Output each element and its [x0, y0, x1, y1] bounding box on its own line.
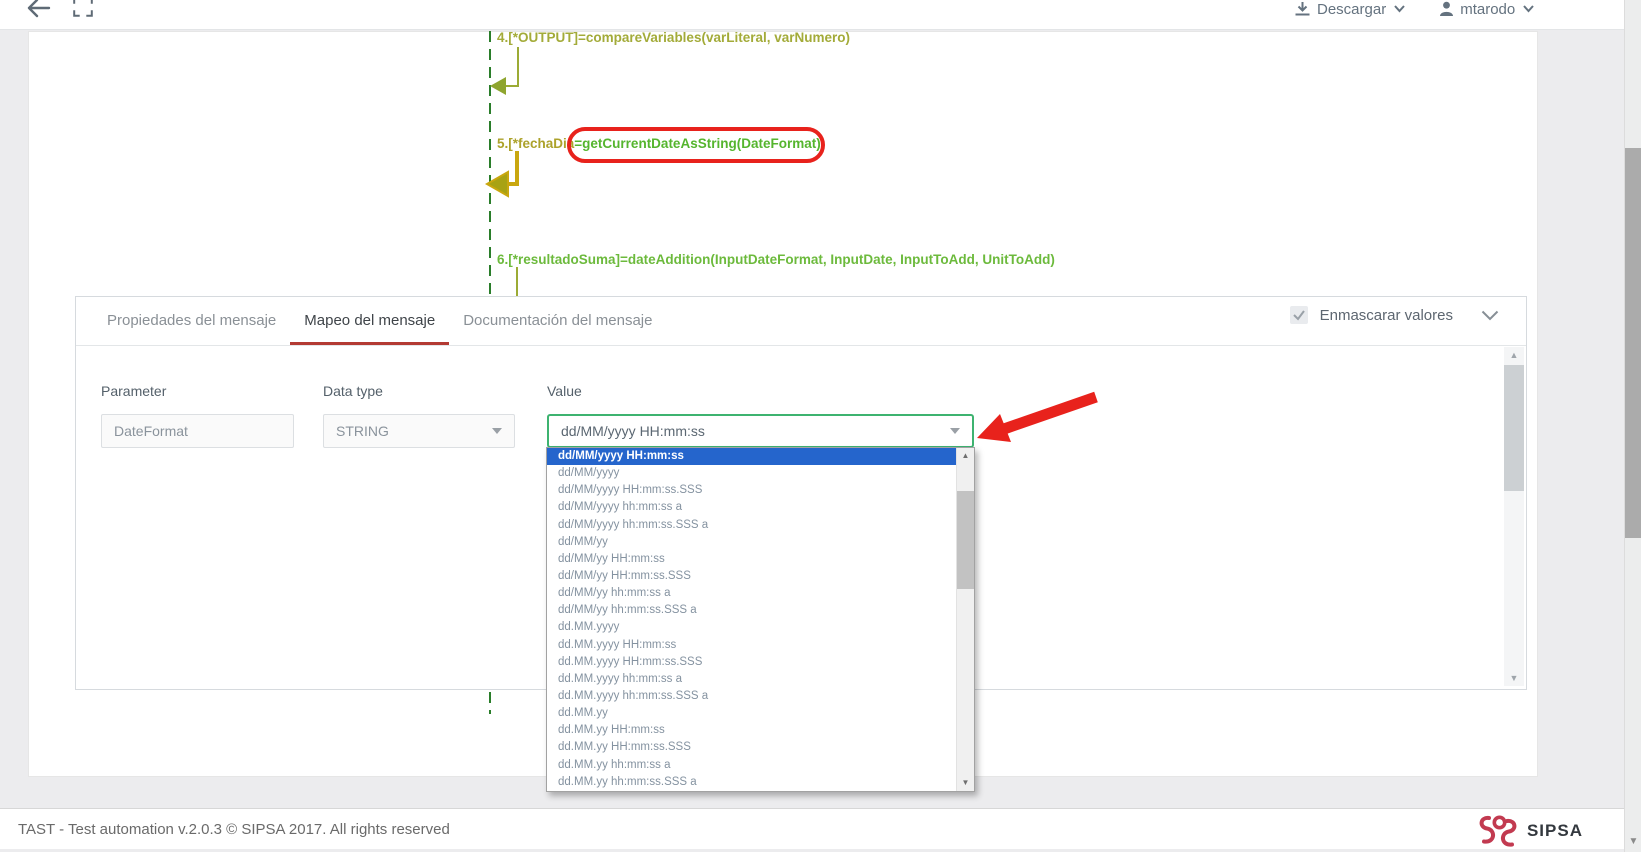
mask-values-label: Enmascarar valores	[1320, 307, 1453, 324]
column-label-datatype: Data type	[323, 383, 383, 399]
parameter-input[interactable]: DateFormat	[101, 414, 294, 448]
brand-name: SIPSA	[1527, 821, 1583, 841]
dropdown-option[interactable]: dd/MM/yyyy hh:mm:ss.SSS a	[547, 517, 956, 534]
value-dropdown-list: dd/MM/yyyy HH:mm:ssdd/MM/yyyydd/MM/yyyy …	[546, 447, 975, 792]
download-button[interactable]: Descargar	[1294, 1, 1405, 18]
flow-connector-line	[489, 692, 491, 714]
mask-values-checkbox[interactable]	[1290, 306, 1308, 324]
page-scrollbar: ▼	[1624, 0, 1641, 852]
tab-documentacion[interactable]: Documentación del mensaje	[449, 297, 666, 345]
flow-step-6-text: 6.[*resultadoSuma]=dateAddition(InputDat…	[497, 252, 1055, 267]
scrollbar-thumb[interactable]	[1504, 365, 1524, 491]
dropdown-option[interactable]: dd.MM.yy hh:mm:ss.SSS a	[547, 774, 956, 791]
annotation-highlight-oval	[567, 127, 825, 163]
dropdown-option[interactable]: dd.MM.yyyy HH:mm:ss.SSS	[547, 654, 956, 671]
fullscreen-icon[interactable]	[72, 0, 94, 18]
check-icon	[1292, 309, 1306, 321]
dropdown-option[interactable]: dd/MM/yyyy HH:mm:ss	[547, 448, 956, 465]
scroll-up-arrow[interactable]: ▲	[957, 448, 974, 464]
parameter-value: DateFormat	[114, 423, 188, 439]
flow-step-5-prefix: 5.[*fechaDia	[497, 136, 574, 151]
dropdown-option[interactable]: dd/MM/yy hh:mm:ss a	[547, 585, 956, 602]
user-icon	[1439, 1, 1454, 17]
tab-mapeo[interactable]: Mapeo del mensaje	[290, 297, 449, 345]
tab-propiedades[interactable]: Propiedades del mensaje	[93, 297, 290, 345]
flow-step-4-text: 4.[*OUTPUT]=compareVariables(varLiteral,…	[497, 30, 850, 45]
panel-scrollbar: ▲ ▼	[1504, 347, 1524, 686]
scrollbar-thumb[interactable]	[957, 491, 974, 589]
top-bar: Descargar mtarodo	[0, 0, 1641, 30]
dropdown-option[interactable]: dd.MM.yyyy hh:mm:ss.SSS a	[547, 688, 956, 705]
footer: TAST - Test automation v.2.0.3 © SIPSA 2…	[0, 808, 1641, 849]
dropdown-option[interactable]: dd.MM.yyyy hh:mm:ss a	[547, 671, 956, 688]
dropdown-scrollbar: ▲ ▼	[956, 448, 974, 791]
scroll-down-arrow[interactable]: ▼	[1504, 670, 1524, 686]
value-selected-text: dd/MM/yyyy HH:mm:ss	[561, 423, 705, 439]
flow-step-4[interactable]: 4.[*OUTPUT]=compareVariables(varLiteral,…	[497, 30, 850, 45]
scroll-up-arrow[interactable]: ▲	[1504, 347, 1524, 363]
caret-down-icon	[950, 428, 960, 434]
datatype-value: STRING	[336, 423, 389, 439]
value-combobox[interactable]: dd/MM/yyyy HH:mm:ss	[547, 414, 974, 448]
download-label: Descargar	[1317, 1, 1386, 18]
dropdown-option[interactable]: dd/MM/yyyy HH:mm:ss.SSS	[547, 482, 956, 499]
dropdown-option[interactable]: dd/MM/yy	[547, 534, 956, 551]
copyright-text: TAST - Test automation v.2.0.3 © SIPSA 2…	[18, 821, 450, 838]
tab-bar: Propiedades del mensaje Mapeo del mensaj…	[76, 297, 1526, 346]
scroll-down-arrow[interactable]: ▼	[957, 775, 974, 791]
dropdown-option[interactable]: dd/MM/yy HH:mm:ss.SSS	[547, 568, 956, 585]
app-screen: Descargar mtarodo	[0, 0, 1641, 852]
back-arrow-icon[interactable]	[22, 0, 52, 20]
dropdown-option[interactable]: dd.MM.yy hh:mm:ss a	[547, 757, 956, 774]
flow-step-6[interactable]: 6.[*resultadoSuma]=dateAddition(InputDat…	[497, 252, 1055, 267]
page-scrollbar-thumb[interactable]	[1625, 148, 1641, 538]
column-label-parameter: Parameter	[101, 383, 166, 399]
dropdown-option[interactable]: dd.MM.yy HH:mm:ss	[547, 722, 956, 739]
username-label: mtarodo	[1460, 1, 1515, 18]
dropdown-options: dd/MM/yyyy HH:mm:ssdd/MM/yyyydd/MM/yyyy …	[547, 448, 956, 791]
page-scroll-down-arrow[interactable]: ▼	[1625, 834, 1641, 850]
user-menu-button[interactable]: mtarodo	[1439, 1, 1534, 18]
dropdown-option[interactable]: dd.MM.yyyy	[547, 619, 956, 636]
sipsa-logo-icon	[1475, 813, 1521, 849]
caret-down-icon	[492, 428, 502, 434]
dropdown-option[interactable]: dd.MM.yy	[547, 705, 956, 722]
dropdown-option[interactable]: dd.MM.yyyy HH:mm:ss	[547, 637, 956, 654]
dropdown-option[interactable]: dd.MM.yy HH:mm:ss.SSS	[547, 739, 956, 756]
dropdown-option[interactable]: dd/MM/yyyy	[547, 465, 956, 482]
datatype-select[interactable]: STRING	[323, 414, 515, 448]
dropdown-option[interactable]: dd/MM/yy HH:mm:ss	[547, 551, 956, 568]
mask-values-group: Enmascarar valores	[1290, 306, 1451, 324]
header-actions: Descargar mtarodo	[1294, 0, 1534, 24]
sipsa-brand: SIPSA	[1475, 813, 1583, 849]
chevron-down-icon	[1523, 5, 1534, 13]
column-label-value: Value	[547, 383, 582, 399]
chevron-down-icon	[1394, 5, 1405, 13]
dropdown-option[interactable]: dd/MM/yy hh:mm:ss.SSS a	[547, 602, 956, 619]
dropdown-option[interactable]: dd/MM/yyyy hh:mm:ss a	[547, 499, 956, 516]
download-icon	[1294, 1, 1311, 18]
collapse-panel-chevron-icon[interactable]	[1481, 310, 1499, 321]
